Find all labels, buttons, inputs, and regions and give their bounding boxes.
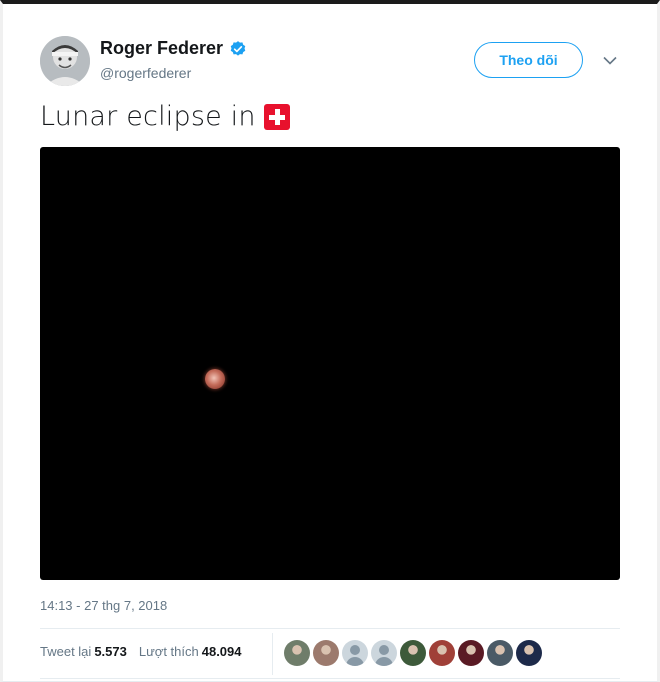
tweet-text: Lunar eclipse in — [40, 101, 290, 132]
divider — [40, 678, 620, 679]
author-name-row[interactable]: Roger Federer — [100, 38, 247, 59]
divider — [40, 628, 620, 629]
stats-separator — [272, 633, 273, 675]
liker-avatar[interactable] — [516, 640, 542, 666]
author-avatar[interactable] — [40, 36, 90, 86]
retweets-stat[interactable]: Tweet lại 5.573 — [40, 644, 127, 659]
swiss-flag-emoji-icon — [263, 103, 290, 130]
more-options-chevron-down-icon[interactable] — [600, 52, 620, 68]
liker-avatar[interactable] — [400, 640, 426, 666]
author-name[interactable]: Roger Federer — [100, 38, 223, 59]
tweet-stats: Tweet lại 5.573 Lượt thích 48.094 — [40, 644, 242, 659]
follow-button[interactable]: Theo dõi — [474, 42, 583, 78]
retweets-label: Tweet lại — [40, 644, 92, 659]
liker-avatar[interactable] — [371, 640, 397, 666]
liker-avatar[interactable] — [458, 640, 484, 666]
liker-avatar[interactable] — [313, 640, 339, 666]
tweet-photo[interactable] — [40, 147, 620, 580]
moon-icon — [205, 369, 225, 389]
likers-avatars — [284, 640, 542, 666]
likes-count: 48.094 — [201, 644, 242, 659]
avatar-photo — [40, 36, 90, 86]
liker-avatar[interactable] — [284, 640, 310, 666]
liker-avatar[interactable] — [429, 640, 455, 666]
author-handle[interactable]: @rogerfederer — [100, 65, 191, 81]
likes-stat[interactable]: Lượt thích 48.094 — [139, 644, 242, 659]
retweets-count: 5.573 — [94, 644, 127, 659]
verified-badge-icon — [230, 40, 246, 56]
liker-avatar[interactable] — [342, 640, 368, 666]
likes-label: Lượt thích — [138, 644, 199, 659]
tweet-timestamp[interactable]: 14:13 - 27 thg 7, 2018 — [40, 598, 167, 613]
liker-avatar[interactable] — [487, 640, 513, 666]
tweet-text-content: Lunar eclipse in — [40, 101, 256, 132]
